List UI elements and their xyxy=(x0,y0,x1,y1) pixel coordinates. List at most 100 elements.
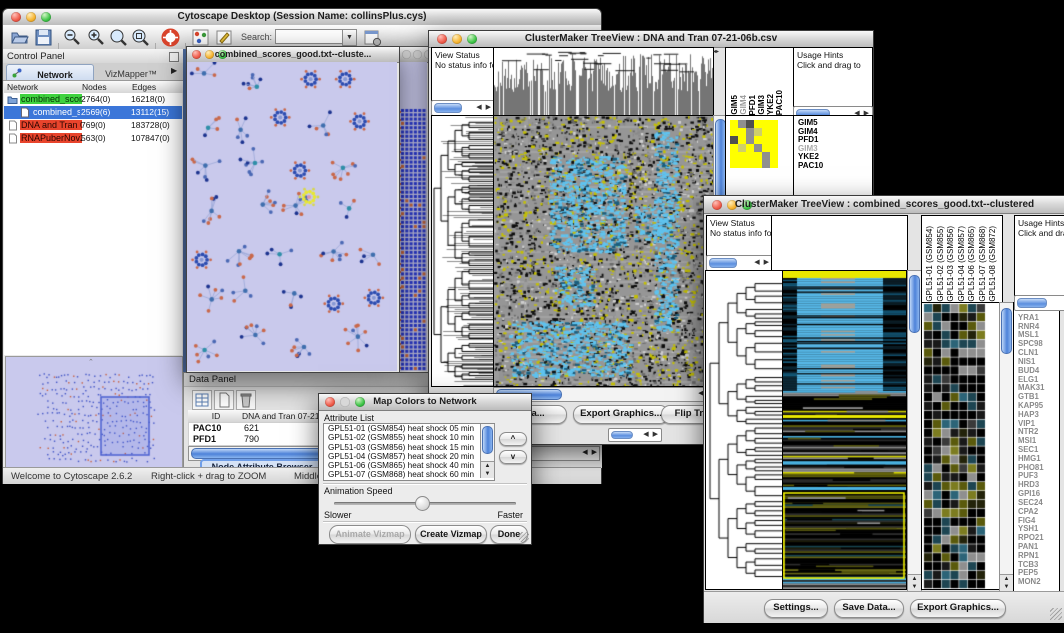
matrix-cell[interactable] xyxy=(762,144,770,152)
tv1-export-graphics-button[interactable]: Export Graphics... xyxy=(573,405,669,424)
tv2-save-data-button[interactable]: Save Data... xyxy=(834,599,904,618)
matrix-cell[interactable] xyxy=(730,160,738,168)
minimize-button[interactable] xyxy=(413,50,422,59)
tv2-status-zoom-slider[interactable]: ◀ ▶ xyxy=(706,255,773,271)
matrix-cell[interactable] xyxy=(730,144,738,152)
vizmapper-palette-icon[interactable] xyxy=(191,28,210,47)
resize-grip[interactable] xyxy=(519,532,529,542)
data-row-id[interactable]: PFD1 xyxy=(193,434,216,444)
matrix-cell[interactable] xyxy=(746,152,754,160)
close-button[interactable] xyxy=(402,50,411,59)
float-panel-icon[interactable] xyxy=(169,52,179,62)
matrix-cell[interactable] xyxy=(762,136,770,144)
data-col-id[interactable]: ID xyxy=(188,410,242,422)
animation-speed-slider-thumb[interactable] xyxy=(415,496,430,511)
matrix-cell[interactable] xyxy=(738,152,746,160)
matrix-cell[interactable] xyxy=(730,136,738,144)
attribute-list[interactable]: GPL51-01 (GSM854) heat shock 05 minGPL51… xyxy=(323,423,495,481)
tv1-global-heatmap[interactable] xyxy=(493,115,714,387)
grid-window-titlebar[interactable] xyxy=(399,47,429,63)
matrix-cell[interactable] xyxy=(738,136,746,144)
annotation-icon[interactable] xyxy=(215,28,234,47)
col-header-nodes[interactable]: Nodes xyxy=(79,81,132,93)
zoom-selected-icon[interactable] xyxy=(109,28,128,47)
tv2-column-dendrogram-panel[interactable] xyxy=(771,215,908,272)
network-row-combined-scores[interactable]: combined_scores 2764(0) 16218(0) xyxy=(4,93,182,106)
matrix-cell[interactable] xyxy=(770,128,778,136)
attribute-list-item[interactable]: GPL51-06 (GSM865) heat shock 40 min xyxy=(326,461,494,470)
tv2-settings-button[interactable]: Settings... xyxy=(764,599,828,618)
matrix-cell[interactable] xyxy=(746,160,754,168)
matrix-cell[interactable] xyxy=(762,152,770,160)
network-view-titlebar[interactable]: combined_scores_good.txt--cluste... xyxy=(187,47,399,63)
tab-network[interactable]: Network xyxy=(6,64,94,80)
move-down-button[interactable]: v xyxy=(499,450,527,464)
save-icon[interactable] xyxy=(34,28,53,47)
matrix-cell[interactable] xyxy=(746,128,754,136)
matrix-cell[interactable] xyxy=(770,144,778,152)
matrix-cell[interactable] xyxy=(754,120,762,128)
network-row-rnapuber[interactable]: RNAPuberNov2+ 563(0) 107847(0) xyxy=(4,132,182,145)
create-vizmap-button[interactable]: Create Vizmap xyxy=(415,525,487,544)
tab-overflow-arrow[interactable]: ▶ xyxy=(171,66,177,75)
matrix-cell[interactable] xyxy=(738,160,746,168)
attribute-list-item[interactable]: GPL51-03 (GSM856) heat shock 15 min xyxy=(326,443,494,452)
matrix-cell[interactable] xyxy=(770,152,778,160)
move-up-button[interactable]: ^ xyxy=(499,432,527,446)
tv1-row-dendrogram[interactable] xyxy=(431,115,494,387)
zoom-out-icon[interactable] xyxy=(63,28,82,47)
tv2-hints-zoom-slider[interactable] xyxy=(1014,295,1064,311)
tv1-status-zoom-slider[interactable]: ◀ ▶ xyxy=(431,100,495,116)
matrix-cell[interactable] xyxy=(770,136,778,144)
open-file-icon[interactable] xyxy=(10,28,29,47)
attribute-list-item[interactable]: GPL51-07 (GSM868) heat shock 60 min xyxy=(326,470,494,479)
tv2-global-heatmap[interactable] xyxy=(782,270,907,590)
main-titlebar[interactable]: Cytoscape Desktop (Session Name: collins… xyxy=(3,9,601,26)
matrix-cell[interactable] xyxy=(730,152,738,160)
search-input[interactable] xyxy=(275,29,343,44)
col-header-edges[interactable]: Edges xyxy=(129,81,185,93)
matrix-cell[interactable] xyxy=(730,128,738,136)
matrix-cell[interactable] xyxy=(754,160,762,168)
tv1-scroll-arrows-icon[interactable]: ◂▸ xyxy=(713,48,719,55)
network-row-dna-tran[interactable]: DNA and Tran 07 769(0) 183728(0) xyxy=(4,119,182,132)
tv2-zoom-vscrollbar[interactable]: ▲▼ xyxy=(999,302,1014,592)
grid-network-canvas[interactable] xyxy=(399,62,427,371)
zoom-fit-icon[interactable] xyxy=(131,28,150,47)
search-dropdown-arrow-icon[interactable]: ▼ xyxy=(342,29,357,46)
tv1-correlation-matrix[interactable] xyxy=(730,120,778,168)
new-attribute-button[interactable] xyxy=(214,390,234,410)
dialog-titlebar[interactable]: Map Colors to Network xyxy=(319,394,531,411)
matrix-cell[interactable] xyxy=(738,128,746,136)
help-lifering-icon[interactable] xyxy=(161,28,180,47)
matrix-cell[interactable] xyxy=(762,160,770,168)
matrix-cell[interactable] xyxy=(762,128,770,136)
network-row-combined-sco-selected[interactable]: combined_sco 2569(6) 13112(15) xyxy=(4,106,182,119)
col-header-network[interactable]: Network xyxy=(4,81,82,93)
matrix-cell[interactable] xyxy=(754,136,762,144)
tv1-column-dendrogram[interactable] xyxy=(493,47,714,116)
matrix-cell[interactable] xyxy=(754,128,762,136)
select-attributes-button[interactable] xyxy=(192,390,212,410)
network-view-canvas[interactable] xyxy=(187,62,397,371)
matrix-cell[interactable] xyxy=(770,120,778,128)
matrix-cell[interactable] xyxy=(730,120,738,128)
tv2-export-graphics-button[interactable]: Export Graphics... xyxy=(910,599,1006,618)
zoom-in-icon[interactable] xyxy=(87,28,106,47)
tv1-global-zoom-slider[interactable]: ◀ ▶ xyxy=(608,428,662,442)
overview-drag-handle-icon[interactable]: ⌃ xyxy=(88,358,94,366)
treeview1-titlebar[interactable]: ClusterMaker TreeView : DNA and Tran 07-… xyxy=(429,31,873,48)
matrix-cell[interactable] xyxy=(754,144,762,152)
animate-vizmap-button[interactable]: Animate Vizmap xyxy=(329,525,411,544)
matrix-cell[interactable] xyxy=(746,136,754,144)
delete-attribute-button[interactable] xyxy=(236,390,256,410)
attribute-browser-icon[interactable] xyxy=(363,28,382,47)
attribute-list-scrollbar[interactable]: ▲▼ xyxy=(480,424,495,478)
network-overview-canvas[interactable] xyxy=(6,369,180,465)
network-overview-panel[interactable]: ⌃ xyxy=(5,356,183,468)
matrix-cell[interactable] xyxy=(746,144,754,152)
matrix-cell[interactable] xyxy=(738,120,746,128)
tv2-zoom-heatmap[interactable] xyxy=(921,302,1000,590)
treeview2-titlebar[interactable]: ClusterMaker TreeView : combined_scores_… xyxy=(704,196,1064,214)
matrix-cell[interactable] xyxy=(754,152,762,160)
